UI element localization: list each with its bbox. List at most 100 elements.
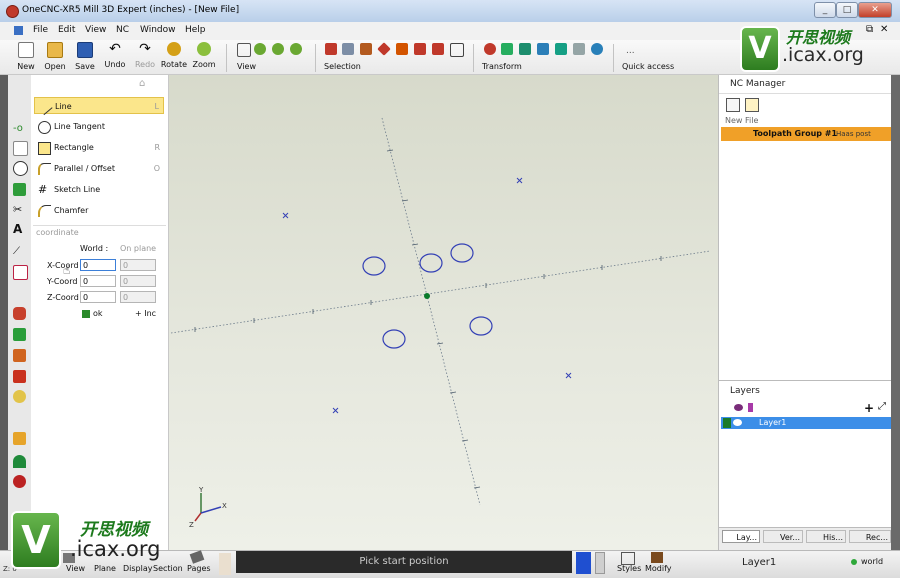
menu-help[interactable]: Help (185, 25, 206, 35)
copy-icon[interactable] (519, 43, 531, 55)
view-group-label[interactable]: View (237, 62, 256, 71)
home-icon[interactable]: ⌂ (139, 78, 145, 89)
x-coord-plane-input[interactable]: 0 (120, 259, 156, 271)
plane-button[interactable]: Plane (94, 564, 116, 573)
zoom-button[interactable]: Zoom (189, 42, 219, 69)
styles-button[interactable]: Styles (617, 564, 641, 573)
graphics-viewport[interactable]: Y X Z (169, 75, 718, 550)
menu-nc[interactable]: NC (116, 25, 129, 35)
nc-add-icon[interactable] (726, 98, 740, 112)
mirror-icon[interactable] (537, 43, 549, 55)
expand-layers-button[interactable]: ⤢ (878, 401, 886, 412)
circle-icon[interactable] (13, 161, 28, 176)
zoom-in-icon[interactable] (254, 43, 266, 55)
selection-group-label[interactable]: Selection (324, 62, 361, 71)
solid-icon[interactable] (13, 307, 26, 320)
rotate-button[interactable]: Rotate (159, 42, 189, 69)
x-coord-world-input[interactable]: 0 (80, 259, 116, 271)
rectangle-fill-icon[interactable] (13, 183, 26, 196)
color-swatch-button[interactable] (576, 552, 591, 574)
fixture-icon[interactable] (13, 432, 26, 445)
save-button[interactable]: Save (70, 42, 100, 71)
array-icon[interactable] (591, 43, 603, 55)
z-coord-world-input[interactable]: 0 (80, 291, 116, 303)
inc-toggle[interactable]: + Inc (135, 309, 156, 318)
select-grid-icon[interactable] (450, 43, 464, 57)
menu-file[interactable]: File (33, 25, 48, 35)
menu-edit[interactable]: Edit (58, 25, 75, 35)
new-button[interactable]: New (11, 42, 41, 71)
box-icon[interactable] (13, 328, 26, 341)
line-icon[interactable] (13, 141, 28, 156)
select-type-icon[interactable] (432, 43, 444, 55)
layer-pin-icon[interactable] (748, 403, 753, 412)
minimize-button[interactable]: _ (814, 2, 836, 18)
origin-point[interactable] (424, 293, 430, 299)
coord-system[interactable]: world (861, 557, 883, 566)
modify-button[interactable]: Modify (645, 564, 672, 573)
select-layer-icon[interactable] (396, 43, 408, 55)
z-coord-plane-input[interactable]: 0 (120, 291, 156, 303)
zoom-window-icon[interactable] (237, 43, 251, 57)
circle-entity[interactable] (362, 256, 386, 276)
mesh-icon[interactable] (13, 390, 26, 403)
maximize-button[interactable]: □ (836, 2, 858, 18)
command-rectangle[interactable]: Rectangle R (34, 139, 164, 156)
add-layer-button[interactable]: + (864, 401, 874, 415)
toolpath-group-row[interactable]: Toolpath Group #1 Haas post (721, 127, 891, 141)
doc-restore-button[interactable]: ⧉ (866, 24, 873, 35)
tab-layers[interactable]: Lay... (722, 530, 760, 543)
circle-entity[interactable] (419, 253, 443, 273)
menu-window[interactable]: Window (140, 25, 176, 35)
undo-button[interactable]: ↶ Undo (100, 42, 130, 69)
tool-icon[interactable] (13, 455, 26, 468)
delete-icon[interactable] (484, 43, 496, 55)
select-window-icon[interactable] (360, 43, 372, 55)
scale-icon[interactable] (555, 43, 567, 55)
zoom-fit-icon[interactable] (290, 43, 302, 55)
redo-button[interactable]: ↷ Redo (130, 42, 160, 69)
page-arrows-icon[interactable] (219, 553, 231, 575)
select-color-icon[interactable] (414, 43, 426, 55)
tab-recent[interactable]: Rec... (849, 530, 891, 543)
nc-group-icon[interactable] (745, 98, 759, 112)
circle-entity[interactable] (382, 329, 406, 349)
display-button[interactable]: Display (123, 564, 153, 573)
drawing-canvas[interactable]: Y X Z (169, 75, 718, 550)
open-button[interactable]: Open (40, 42, 70, 71)
command-chamfer[interactable]: Chamfer (34, 202, 164, 219)
pages-button[interactable]: Pages (187, 564, 211, 573)
quick-access-label[interactable]: Quick access (622, 62, 674, 71)
zoom-out-icon[interactable] (272, 43, 284, 55)
circle-entity[interactable] (469, 316, 493, 336)
close-button[interactable]: ✕ (858, 2, 892, 18)
circle-entity[interactable] (450, 243, 474, 263)
select-chain-icon[interactable] (342, 43, 354, 55)
y-coord-plane-input[interactable]: 0 (120, 275, 156, 287)
command-line-tangent[interactable]: Line Tangent (34, 118, 164, 135)
transform-group-label[interactable]: Transform (482, 62, 522, 71)
section-button[interactable]: Section (153, 564, 183, 573)
command-parallel-offset[interactable]: Parallel / Offset O (34, 160, 164, 177)
y-coord-world-input[interactable]: 0 (80, 275, 116, 287)
gear-icon[interactable] (13, 475, 26, 488)
dimension-icon[interactable]: ⟋ (13, 245, 26, 258)
ok-button[interactable]: ok (93, 309, 103, 318)
menu-view[interactable]: View (85, 25, 106, 35)
tab-history[interactable]: His... (806, 530, 846, 543)
line-width-button[interactable] (595, 552, 605, 574)
rotate-transform-icon[interactable] (573, 43, 585, 55)
text-icon[interactable]: A (13, 223, 26, 236)
point-icon[interactable]: -o (13, 122, 26, 135)
command-line[interactable]: Line L (34, 97, 164, 116)
view-button[interactable]: View (66, 564, 85, 573)
doc-close-button[interactable]: ✕ (880, 24, 888, 35)
command-sketch-line[interactable]: # Sketch Line (34, 181, 164, 198)
select-solid-icon[interactable] (377, 42, 391, 56)
quick-access-more[interactable]: ... (626, 46, 635, 56)
surface-icon[interactable] (13, 370, 26, 383)
layer-row[interactable]: Layer1 (721, 417, 891, 429)
move-icon[interactable] (501, 43, 513, 55)
trim-icon[interactable]: ✂ (13, 203, 26, 216)
layer-visibility-icon[interactable] (734, 404, 743, 411)
